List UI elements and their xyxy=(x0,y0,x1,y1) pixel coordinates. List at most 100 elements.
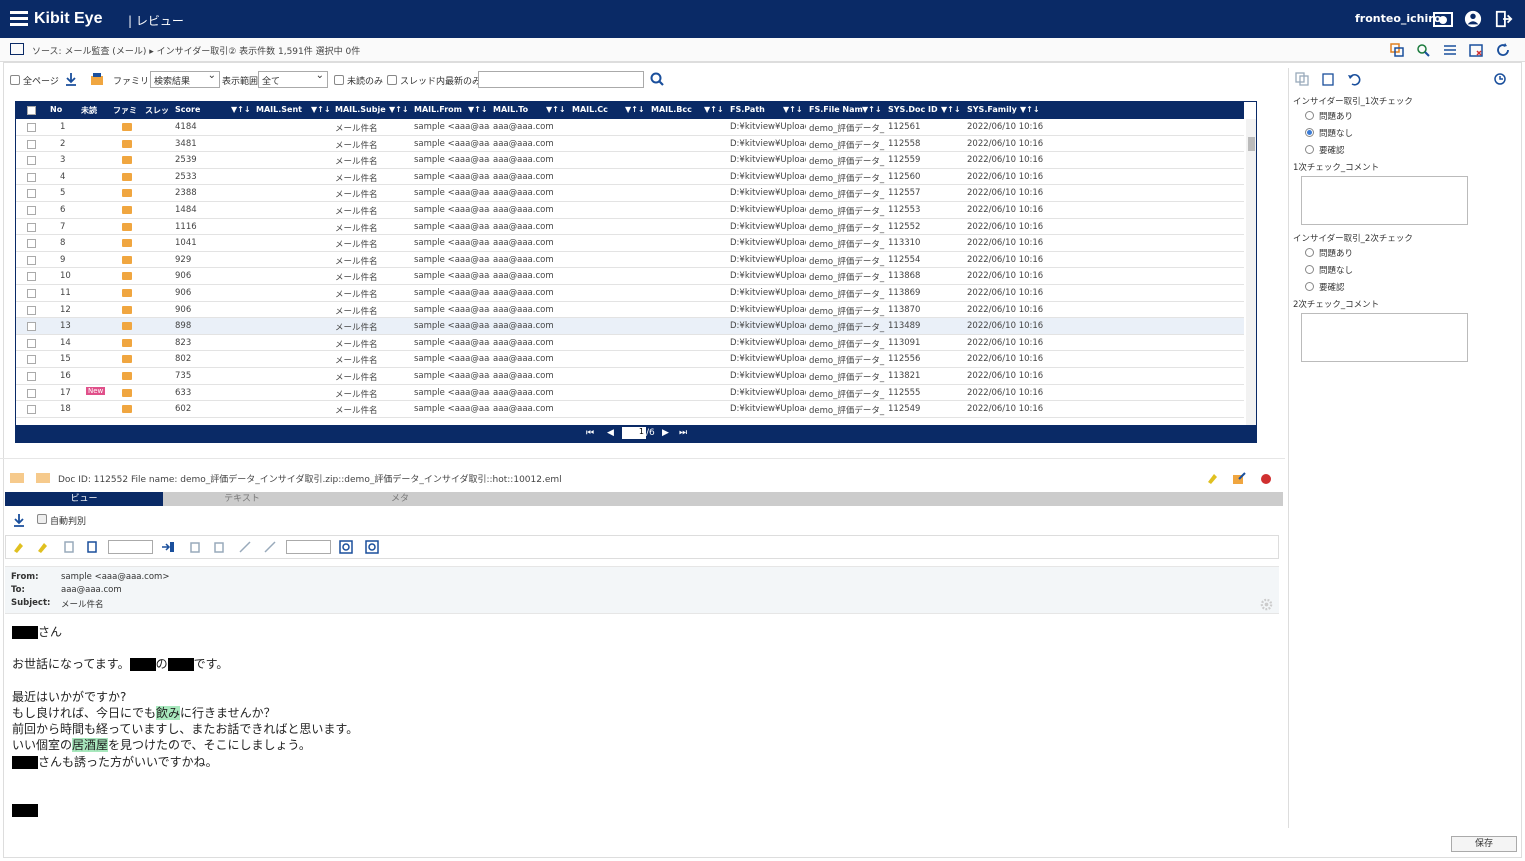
filter-sort-icon[interactable]: ▼↑↓ xyxy=(231,105,251,114)
table-row[interactable]: 1 4184 メール件名 sample <aaa@aaa.com>aaa@aaa.co… xyxy=(16,119,1244,136)
check1-radio-confirm[interactable] xyxy=(1305,145,1314,154)
table-row[interactable]: 14 823 メール件名 sample <aaa@aaa.com>aaa@aaa.co… xyxy=(16,335,1244,352)
check2-radio-issue[interactable] xyxy=(1305,248,1314,257)
check2-radio-no-issue[interactable] xyxy=(1305,265,1314,274)
pane-splitter[interactable] xyxy=(0,458,1285,464)
row-checkbox[interactable] xyxy=(27,123,36,132)
row-checkbox[interactable] xyxy=(27,189,36,199)
row-checkbox[interactable] xyxy=(27,272,36,282)
row-checkbox[interactable] xyxy=(27,405,36,415)
table-row[interactable]: 10 906 メール件名 sample <aaa@aaa.com>aaa@aaa.co… xyxy=(16,268,1244,285)
check1-radio-issue[interactable] xyxy=(1305,111,1314,120)
search-user-icon[interactable] xyxy=(1416,43,1430,57)
mail-nav-icon[interactable] xyxy=(10,473,24,483)
row-checkbox[interactable] xyxy=(27,289,36,298)
copy-tag-icon[interactable] xyxy=(1390,43,1404,57)
row-checkbox[interactable] xyxy=(27,222,36,232)
tab-meta[interactable]: メタ xyxy=(321,492,479,506)
row-checkbox[interactable] xyxy=(27,372,36,381)
next-page-icon[interactable]: ▶ xyxy=(662,428,669,438)
filter-sort-icon[interactable]: ▼↑↓ xyxy=(546,105,566,114)
expand-icon[interactable] xyxy=(263,540,277,554)
table-row[interactable]: 11 906 メール件名 sample <aaa@aaa.com>aaa@aaa.co… xyxy=(16,285,1244,302)
highlighter-icon[interactable] xyxy=(1205,471,1219,485)
row-checkbox[interactable] xyxy=(27,156,36,166)
row-checkbox[interactable] xyxy=(27,172,36,182)
tab-view[interactable]: ビュー xyxy=(5,492,163,506)
table-row[interactable]: 5 2388 メール件名 sample <aaa@aaa.com>aaa@aaa.co… xyxy=(16,185,1244,202)
family-select[interactable]: 検索結果 xyxy=(150,70,220,88)
grid-scrollbar[interactable] xyxy=(1246,119,1256,425)
row-checkbox[interactable] xyxy=(27,206,36,215)
table-row[interactable]: 15 802 メール件名 sample <aaa@aaa.com>aaa@aaa.co… xyxy=(16,351,1244,368)
filter-sort-icon[interactable]: ▼↑↓ xyxy=(862,105,882,114)
undo-icon[interactable] xyxy=(1347,72,1361,86)
prev-page-icon[interactable] xyxy=(61,540,75,554)
table-row[interactable]: 9 929 メール件名 sample <aaa@aaa.com>aaa@aaa.com… xyxy=(16,252,1244,269)
edit-tag-icon[interactable] xyxy=(1232,471,1246,485)
table-row[interactable]: 4 2533 メール件名 sample <aaa@aaa.com>aaa@aaa.co… xyxy=(16,169,1244,186)
table-row[interactable]: 13 898 メール件名 sample <aaa@aaa.com>aaa@aaa.co… xyxy=(16,318,1244,335)
row-checkbox[interactable] xyxy=(27,322,36,332)
select-all-checkbox[interactable] xyxy=(27,106,36,115)
zoom-fit-icon[interactable] xyxy=(365,540,379,554)
check2-radio-confirm[interactable] xyxy=(1305,282,1314,291)
row-checkbox[interactable] xyxy=(27,255,36,265)
filter-sort-icon[interactable]: ▼↑↓ xyxy=(704,105,724,114)
history-icon[interactable] xyxy=(1493,72,1507,86)
zoom-search-icon[interactable] xyxy=(339,540,353,554)
last-page-icon[interactable]: ⏭ xyxy=(679,428,687,438)
settings-list-icon[interactable] xyxy=(1443,43,1457,57)
unread-only-checkbox[interactable] xyxy=(334,75,344,85)
prev-highlight-icon[interactable] xyxy=(11,540,25,554)
goto-page-icon[interactable] xyxy=(161,540,175,554)
search-icon[interactable] xyxy=(650,72,664,86)
rotate-right-icon[interactable] xyxy=(212,540,226,554)
user-account-icon[interactable] xyxy=(1463,10,1483,28)
table-row[interactable]: 7 1116 メール件名 sample <aaa@aaa.com>aaa@aaa.co… xyxy=(16,219,1244,236)
check1-radio-no-issue[interactable] xyxy=(1305,128,1314,137)
row-checkbox[interactable] xyxy=(27,305,36,315)
download-icon[interactable] xyxy=(65,72,77,86)
display-range-select[interactable]: 全て xyxy=(258,70,328,88)
copy-icon[interactable] xyxy=(1295,72,1309,86)
comment2-textarea[interactable] xyxy=(1301,313,1468,362)
shrink-icon[interactable] xyxy=(238,540,252,554)
row-checkbox[interactable] xyxy=(27,139,36,149)
filter-sort-icon[interactable]: ▼↑↓ xyxy=(311,105,331,114)
calendar-x-icon[interactable] xyxy=(1469,43,1483,57)
gear-icon[interactable] xyxy=(1260,598,1273,611)
bug-report-icon[interactable] xyxy=(1259,471,1273,485)
col-header[interactable]: 未読 xyxy=(81,105,97,116)
tab-text[interactable]: テキスト xyxy=(163,492,321,506)
table-row[interactable]: 16 735 メール件名 sample <aaa@aaa.com>aaa@aaa.co… xyxy=(16,368,1244,385)
filter-sort-icon[interactable]: ▼↑↓ xyxy=(941,105,961,114)
table-row[interactable]: 8 1041 メール件名 sample <aaa@aaa.com>aaa@aaa.co… xyxy=(16,235,1244,252)
col-header[interactable]: Score xyxy=(175,105,200,114)
table-row[interactable]: 18 602 メール件名 sample <aaa@aaa.com>aaa@aaa.co… xyxy=(16,401,1244,418)
table-row[interactable]: 3 2539 メール件名 sample <aaa@aaa.com>aaa@aaa.co… xyxy=(16,152,1244,169)
refresh-icon[interactable] xyxy=(1496,43,1510,57)
table-row[interactable]: 2 3481 メール件名 sample <aaa@aaa.com>aaa@aaa.co… xyxy=(16,136,1244,153)
photo-switch-icon[interactable] xyxy=(1433,10,1453,28)
filter-sort-icon[interactable]: ▼↑↓ xyxy=(625,105,645,114)
col-header[interactable]: No xyxy=(50,105,62,114)
row-checkbox[interactable] xyxy=(27,355,36,365)
next-page-icon[interactable] xyxy=(86,540,100,554)
filter-sort-icon[interactable]: ▼↑↓ xyxy=(1020,105,1040,114)
paste-icon[interactable] xyxy=(1321,72,1335,86)
table-row[interactable]: 17 New 633 メール件名 sample <aaa@aaa.com>aaa@aaa… xyxy=(16,385,1244,402)
thread-latest-checkbox[interactable] xyxy=(387,75,397,85)
save-button[interactable]: 保存 xyxy=(1451,836,1517,852)
table-row[interactable]: 12 906 メール件名 sample <aaa@aaa.com>aaa@aaa.co… xyxy=(16,302,1244,319)
download-icon[interactable] xyxy=(13,513,25,527)
filter-sort-icon[interactable]: ▼↑↓ xyxy=(468,105,488,114)
all-pages-checkbox[interactable] xyxy=(10,75,20,85)
mail-nav-icon[interactable] xyxy=(36,473,50,483)
row-checkbox[interactable] xyxy=(27,388,36,398)
first-page-icon[interactable]: ⏮ xyxy=(586,428,594,438)
page-input[interactable]: 1 xyxy=(622,427,646,439)
zoom-input[interactable] xyxy=(286,540,331,554)
col-header[interactable]: ファミ xyxy=(113,105,137,116)
filter-sort-icon[interactable]: ▼↑↓ xyxy=(389,105,409,114)
